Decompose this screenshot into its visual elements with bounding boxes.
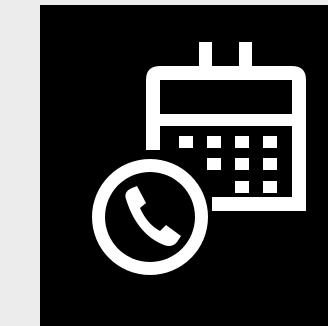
phone-badge-icon <box>88 155 212 279</box>
calendar-phone-icon <box>88 42 306 279</box>
icon-canvas <box>0 0 328 326</box>
calendar-header-bar <box>146 114 306 126</box>
